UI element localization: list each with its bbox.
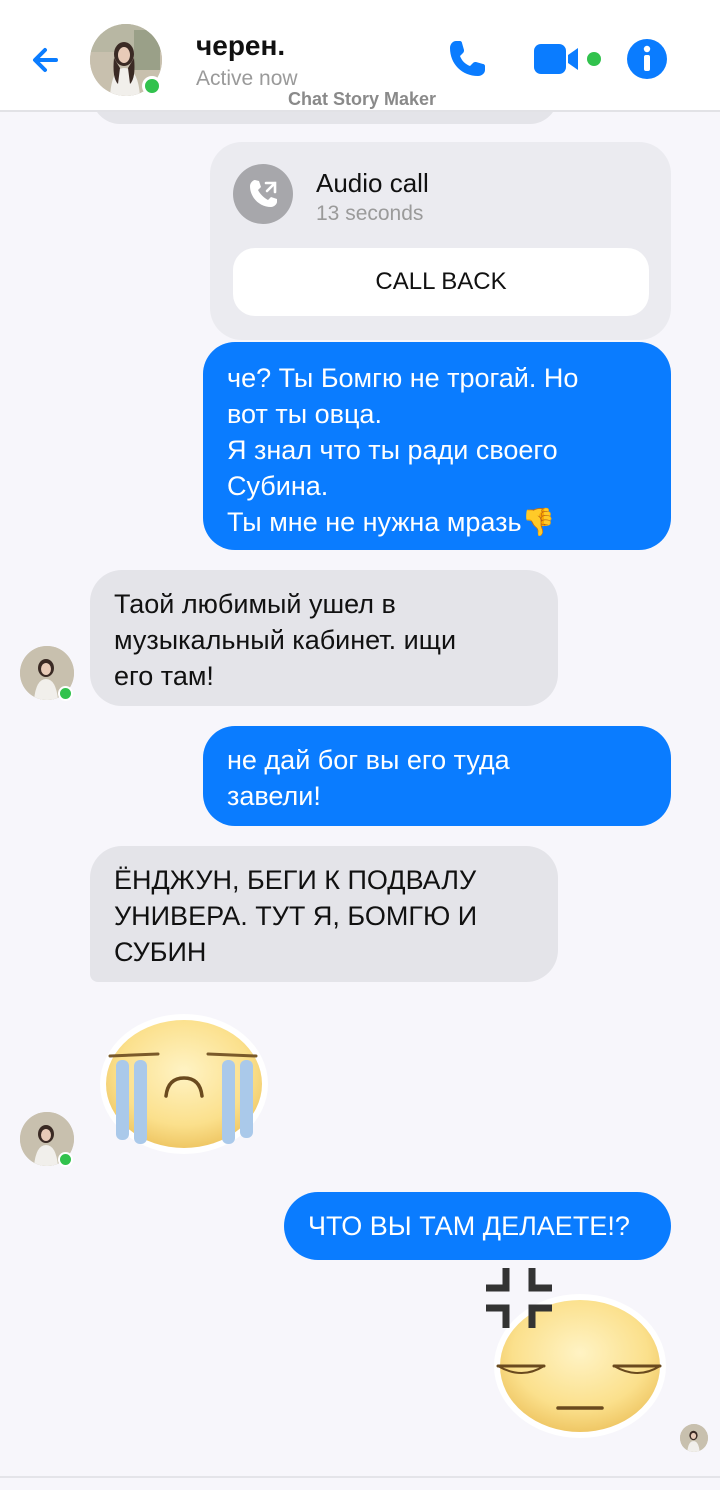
message-bubble-incoming[interactable]: Таой любимый ушел в музыкальный кабинет.… (90, 570, 558, 706)
phone-icon[interactable] (444, 36, 490, 82)
composer-divider (0, 1476, 720, 1478)
audio-call-card: Audio call 13 seconds CALL BACK (210, 142, 671, 340)
contact-name[interactable]: черен. (196, 30, 285, 62)
chat-screen: черен. Active now Chat Story Maker Audio… (0, 0, 720, 1490)
message-text: Таой любимый ушел в музыкальный кабинет.… (114, 589, 457, 691)
message-bubble-outgoing[interactable]: ЧТО ВЫ ТАМ ДЕЛАЕТЕ!? (284, 1192, 671, 1260)
message-text: ЁНДЖУН, БЕГИ К ПОДВАЛУ УНИВЕРА. ТУТ Я, Б… (114, 865, 478, 967)
crying-face-sticker[interactable] (96, 1004, 276, 1154)
call-duration: 13 seconds (316, 202, 424, 225)
message-text: ЧТО ВЫ ТАМ ДЕЛАЕТЕ!? (308, 1211, 630, 1241)
chat-header: черен. Active now Chat Story Maker (0, 0, 720, 112)
message-bubble-outgoing[interactable]: не дай бог вы его туда завели! (203, 726, 671, 826)
online-indicator (58, 1152, 73, 1167)
call-back-button[interactable]: CALL BACK (233, 248, 649, 316)
video-camera-icon[interactable] (532, 40, 604, 80)
watermark: Chat Story Maker (288, 89, 437, 109)
thumbs-down-emoji: 👎 (521, 507, 556, 537)
call-title: Audio call (316, 168, 429, 198)
seen-avatar (680, 1424, 708, 1452)
back-arrow-icon[interactable] (26, 38, 70, 82)
call-phone-icon (233, 164, 293, 224)
info-icon[interactable] (626, 38, 668, 80)
online-indicator (58, 686, 73, 701)
message-bubble-incoming[interactable]: ЁНДЖУН, БЕГИ К ПОДВАЛУ УНИВЕРА. ТУТ Я, Б… (90, 846, 558, 982)
online-indicator (142, 76, 162, 96)
contact-status: Active now (196, 67, 298, 90)
angry-face-sticker[interactable] (484, 1262, 674, 1442)
message-bubble-outgoing[interactable]: че? Ты Бомгю не трогай. Но вот ты овца. … (203, 342, 671, 550)
message-text: не дай бог вы его туда завели! (227, 745, 510, 811)
